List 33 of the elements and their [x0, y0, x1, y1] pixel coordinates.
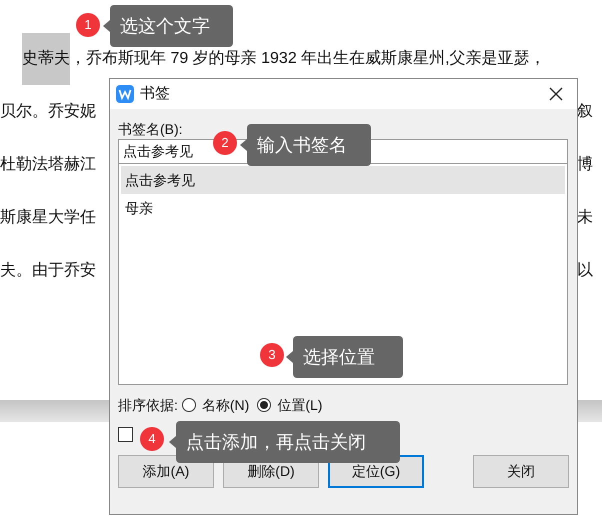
document-text: 斯康星大学任: [0, 208, 96, 228]
dialog-button[interactable]: 关闭: [473, 455, 569, 488]
field-label: 书签名(B):: [118, 120, 184, 139]
pointer-arrow: [286, 351, 293, 363]
step-number-badge: 1: [76, 13, 100, 37]
document-text: 杜勒法塔赫江: [0, 154, 96, 174]
document-text: 夫。由于乔安: [0, 260, 96, 280]
document-text: 叙: [577, 102, 593, 122]
selected-text: 史蒂夫: [22, 32, 70, 84]
dialog-button[interactable]: 添加(A): [118, 455, 214, 488]
radio-button[interactable]: [182, 398, 196, 412]
document-text: ，乔布斯现年 79 岁的母亲 1932 年出生在威斯康星州,父亲是亚瑟，: [70, 48, 546, 68]
document-text: 贝尔。乔安妮: [0, 102, 96, 122]
bookmark-item[interactable]: 母亲: [121, 194, 565, 222]
pointer-arrow: [240, 139, 247, 151]
sort-label: 排序依据:: [118, 396, 178, 414]
callout-tooltip: 输入书签名: [247, 124, 371, 166]
window-title: 书签: [140, 84, 171, 104]
radio-button[interactable]: [257, 398, 272, 412]
callout-tooltip: 选择位置: [293, 336, 403, 378]
document-text: 博: [577, 154, 593, 174]
close-icon[interactable]: [549, 87, 563, 101]
bookmark-item[interactable]: 点击参考见: [121, 166, 565, 194]
pointer-arrow: [169, 436, 176, 448]
callout-tooltip: 点击添加，再点击关闭: [176, 421, 400, 463]
app-logo-icon: [116, 85, 134, 103]
document-text: 未: [577, 208, 593, 228]
sort-option[interactable]: 名称(N): [182, 394, 250, 416]
callout-tooltip: 选这个文字: [110, 5, 233, 47]
hide-bookmarks-checkbox[interactable]: [118, 426, 133, 442]
pointer-arrow: [103, 20, 110, 32]
sort-option[interactable]: 位置(L): [257, 394, 322, 416]
document-text: 以: [577, 260, 593, 280]
